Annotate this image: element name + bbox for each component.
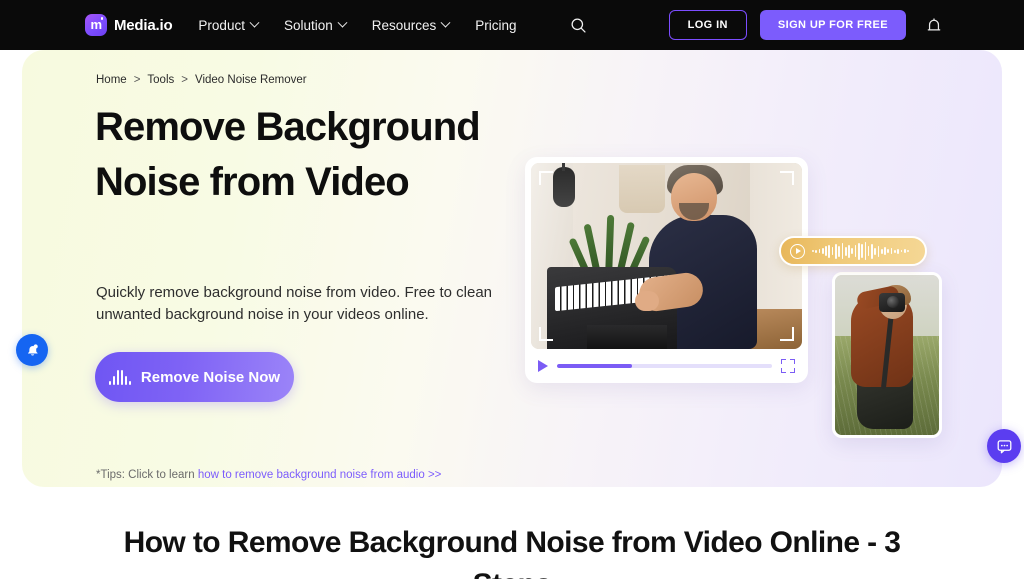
video-progress-bar[interactable] [557,364,772,368]
nav-label-solution: Solution [283,17,333,33]
framing-corner-icon [780,327,794,341]
notification-bell-icon[interactable] [924,15,944,35]
tips-text: *Tips: Click to learn how to remove back… [96,469,441,481]
breadcrumb-item-current: Video Noise Remover [194,74,307,86]
framing-corner-icon [539,171,553,185]
video-preview-card[interactable] [525,157,808,383]
chevron-down-icon [440,17,451,28]
hero-subtitle: Quickly remove background noise from vid… [96,284,493,323]
camera-prop [879,293,905,312]
media-io-logo-icon: m [85,14,107,36]
hero-section: Home > Tools > Video Noise Remover Remov… [22,50,1002,487]
logo-dot [100,17,103,20]
remove-noise-now-button[interactable]: Remove Noise Now [95,352,294,402]
logo-letter: m [90,17,102,32]
tips-prefix: *Tips: Click to learn [96,469,198,481]
audio-waveform-icon [812,242,916,260]
audio-waveform-icon [108,369,131,385]
nav-label-pricing: Pricing [475,17,517,33]
search-icon[interactable] [569,15,589,35]
breadcrumb-separator: > [133,74,141,86]
breadcrumb-item-home[interactable]: Home [96,74,127,86]
chat-bubble-icon [997,439,1011,453]
header-actions: LOG IN SIGN UP FOR FREE [668,10,944,40]
bell-notification-icon [28,344,38,356]
tips-link[interactable]: how to remove background noise from audi… [198,469,442,481]
login-button[interactable]: LOG IN [668,10,747,40]
fullscreen-icon[interactable] [781,359,795,373]
site-header: m Media.io Product Solution Resources Pr… [0,0,1024,50]
main-navigation: Product Solution Resources Pricing [198,15,588,35]
chat-support-button[interactable] [987,429,1021,463]
nav-item-pricing[interactable]: Pricing [475,18,516,33]
play-circle-icon [790,243,805,259]
video-thumbnail [531,163,802,349]
framing-corner-icon [539,327,553,341]
brand-name: Media.io [114,16,173,34]
breadcrumb-item-tools[interactable]: Tools [147,74,174,86]
audio-waveform-badge [779,236,927,266]
feedback-bell-button[interactable] [16,334,48,366]
play-icon[interactable] [538,360,548,372]
nav-label-resources: Resources [371,17,437,33]
photo-card [832,272,942,438]
breadcrumb: Home > Tools > Video Noise Remover [96,74,307,86]
framing-corner-icon [780,171,794,185]
chevron-down-icon [249,17,260,28]
video-progress-fill [557,364,633,368]
nav-label-product: Product [198,17,245,33]
nav-item-solution[interactable]: Solution [283,17,348,33]
nav-item-resources[interactable]: Resources [371,17,451,33]
section-heading: How to Remove Background Noise from Vide… [123,526,901,579]
nav-item-product[interactable]: Product [198,17,260,33]
signup-button[interactable]: SIGN UP FOR FREE [759,10,906,40]
brand-logo[interactable]: m Media.io [85,14,173,36]
chevron-down-icon [337,17,348,28]
breadcrumb-separator: > [181,74,188,86]
page-title: Remove Background Noise from Video [95,105,481,204]
microphone-prop [553,163,575,207]
cta-label: Remove Noise Now [140,368,281,386]
video-player-controls [525,349,808,383]
